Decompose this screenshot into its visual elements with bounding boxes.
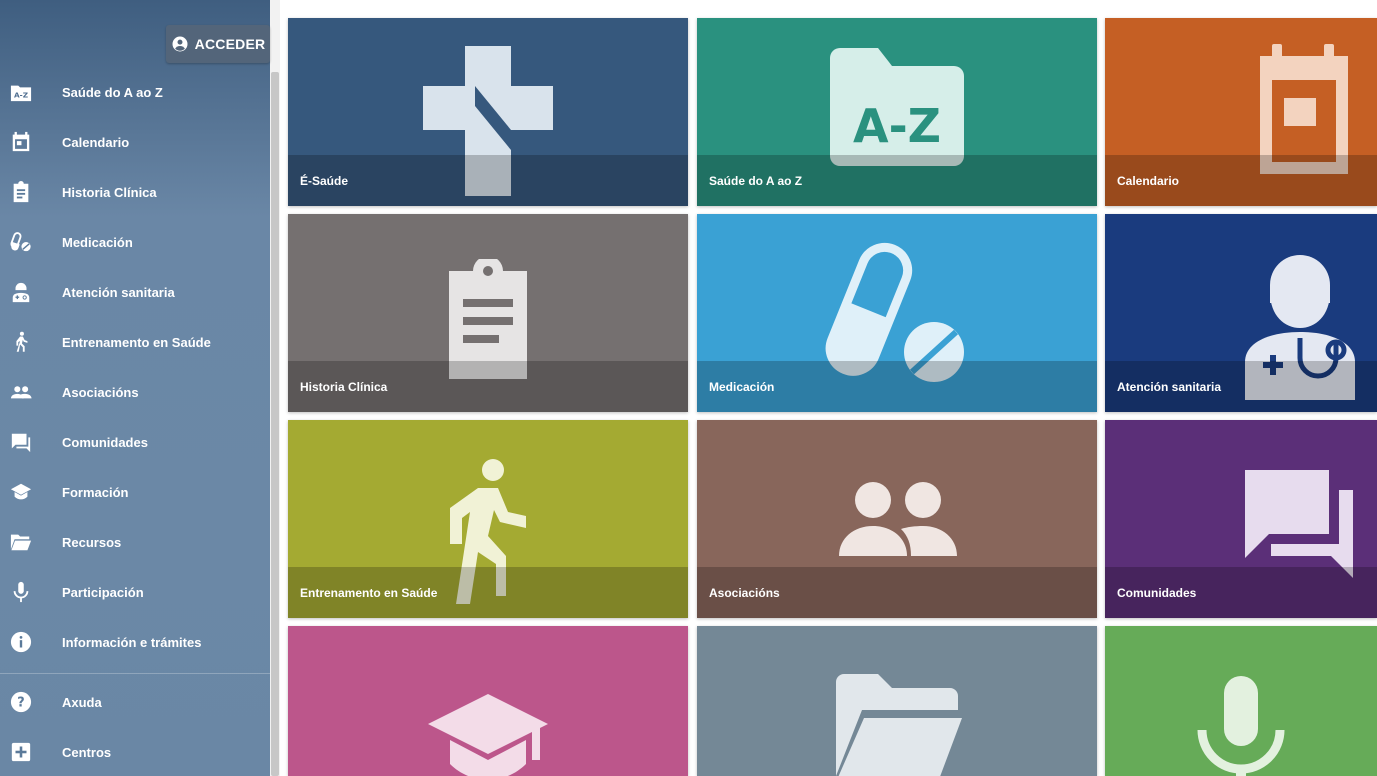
sidebar-item-label: Asociacións xyxy=(62,384,139,400)
sidebar-item-label: Participación xyxy=(62,584,144,600)
calendar-icon xyxy=(9,130,33,154)
acceder-label: ACCEDER xyxy=(194,36,266,52)
sidebar: ACCEDER A-Z Saúde do A ao Z Calendario H… xyxy=(0,0,280,776)
tile-atencion-sanitaria[interactable]: Atención sanitaria xyxy=(1105,214,1377,412)
tile-bar: Historia Clínica xyxy=(288,361,688,412)
tile-medicacion[interactable]: Medicación xyxy=(697,214,1097,412)
doctor-icon xyxy=(9,280,33,304)
sidebar-item-label: Historia Clínica xyxy=(62,184,157,200)
sidebar-item-atencion-sanitaria[interactable]: Atención sanitaria xyxy=(0,267,270,317)
tile-bar: Entrenamento en Saúde xyxy=(288,567,688,618)
tile-label: Saúde do A ao Z xyxy=(709,173,803,188)
sidebar-item-label: Saúde do A ao Z xyxy=(62,84,163,100)
az-icon: A-Z xyxy=(9,80,33,104)
sidebar-item-centros[interactable]: Centros xyxy=(0,727,270,776)
help-icon: ? xyxy=(9,690,33,714)
sidebar-item-label: Formación xyxy=(62,484,129,500)
tile-bar: Asociacións xyxy=(697,567,1097,618)
sidebar-item-label: Medicación xyxy=(62,234,133,250)
sidebar-item-saude-do-a-ao-z[interactable]: A-Z Saúde do A ao Z xyxy=(0,67,270,117)
sidebar-item-label: Entrenamento en Saúde xyxy=(62,334,211,350)
sidebar-item-recursos[interactable]: Recursos xyxy=(0,517,270,567)
sidebar-item-participacion[interactable]: Participación xyxy=(0,567,270,617)
sidebar-item-label: Centros xyxy=(62,744,112,760)
microphone-icon xyxy=(9,580,33,604)
info-icon xyxy=(9,630,33,654)
sidebar-divider xyxy=(0,673,270,674)
tile-bar: Atención sanitaria xyxy=(1105,361,1377,412)
sidebar-item-label: Axuda xyxy=(62,694,102,710)
hospital-plus-icon xyxy=(9,740,33,764)
tile-asociacions[interactable]: Asociacións xyxy=(697,420,1097,618)
tile-label: Calendario xyxy=(1117,173,1180,188)
sidebar-item-label: Comunidades xyxy=(62,434,148,450)
acceder-button[interactable]: ACCEDER xyxy=(166,25,270,63)
pills-icon xyxy=(9,230,33,254)
svg-text:A-Z: A-Z xyxy=(14,91,28,100)
tile-label: Asociacións xyxy=(709,585,780,600)
top-strip xyxy=(280,0,1377,16)
microphone-icon xyxy=(1105,626,1377,776)
tile-label: Atención sanitaria xyxy=(1117,379,1222,394)
folder-open-icon xyxy=(9,530,33,554)
folder-open-icon xyxy=(697,626,1097,776)
tile-label: Medicación xyxy=(709,379,775,394)
tile-entrenamento-en-saude[interactable]: Entrenamento en Saúde xyxy=(288,420,688,618)
sidebar-item-label: Calendario xyxy=(62,134,130,150)
sidebar-item-informacion[interactable]: Información e trámites xyxy=(0,617,270,667)
sidebar-item-label: Recursos xyxy=(62,534,122,550)
sidebar-item-label: Atención sanitaria xyxy=(62,284,175,300)
tile-formacion[interactable] xyxy=(288,626,688,776)
svg-text:?: ? xyxy=(17,696,24,711)
tile-bar: É-Saúde xyxy=(288,155,688,206)
tile-bar: Medicación xyxy=(697,361,1097,412)
walking-icon xyxy=(9,330,33,354)
tile-calendario[interactable]: Calendario xyxy=(1105,18,1377,206)
tile-e-saude[interactable]: É-Saúde xyxy=(288,18,688,206)
graduation-cap-icon xyxy=(9,480,33,504)
tile-bar: Saúde do A ao Z xyxy=(697,155,1097,206)
sidebar-item-axuda[interactable]: ? Axuda xyxy=(0,677,270,727)
sidebar-item-medicacion[interactable]: Medicación xyxy=(0,217,270,267)
chat-icon xyxy=(9,430,33,454)
account-circle-icon xyxy=(172,36,188,52)
tile-saude-do-a-ao-z[interactable]: A-Z Saúde do A ao Z xyxy=(697,18,1097,206)
az-folder-text: A-Z xyxy=(853,99,941,153)
sidebar-scrollbar[interactable] xyxy=(270,0,280,776)
tile-recursos[interactable] xyxy=(697,626,1097,776)
tile-label: Entrenamento en Saúde xyxy=(300,585,438,600)
tile-label: Comunidades xyxy=(1117,585,1197,600)
clipboard-icon xyxy=(9,180,33,204)
sidebar-item-label: Información e trámites xyxy=(62,634,202,650)
tile-label: Historia Clínica xyxy=(300,379,388,394)
sidebar-item-calendario[interactable]: Calendario xyxy=(0,117,270,167)
tile-historia-clinica[interactable]: Historia Clínica xyxy=(288,214,688,412)
tile-bar: Comunidades xyxy=(1105,567,1377,618)
tile-bar: Calendario xyxy=(1105,155,1377,206)
sidebar-item-asociacions[interactable]: Asociacións xyxy=(0,367,270,417)
sidebar-item-formacion[interactable]: Formación xyxy=(0,467,270,517)
tile-label: É-Saúde xyxy=(300,173,349,188)
sidebar-scrollbar-thumb[interactable] xyxy=(271,72,279,776)
tile-participacion[interactable] xyxy=(1105,626,1377,776)
sidebar-item-historia-clinica[interactable]: Historia Clínica xyxy=(0,167,270,217)
graduation-cap-icon xyxy=(288,626,688,776)
tile-comunidades[interactable]: Comunidades xyxy=(1105,420,1377,618)
sidebar-item-comunidades[interactable]: Comunidades xyxy=(0,417,270,467)
sidebar-item-entrenamento[interactable]: Entrenamento en Saúde xyxy=(0,317,270,367)
people-icon xyxy=(9,380,33,404)
